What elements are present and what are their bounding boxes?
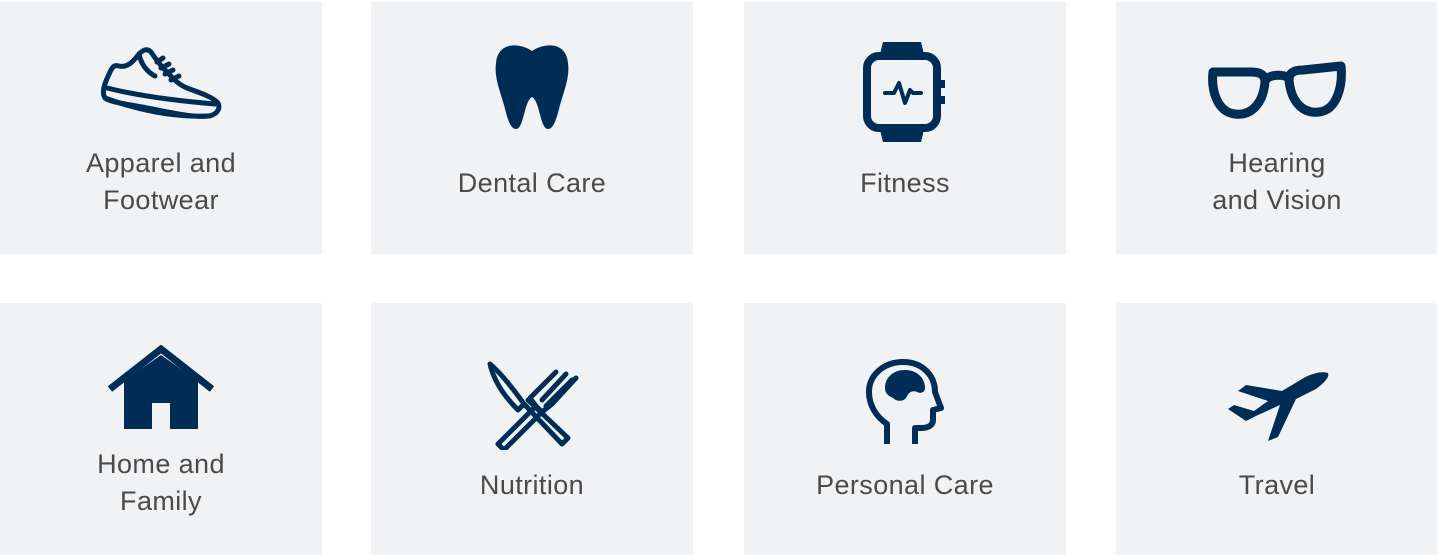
category-label: Fitness [860,168,950,198]
category-tile-apparel-and-footwear[interactable]: Apparel and Footwear [0,2,322,254]
airplane-icon [1116,369,1437,445]
fork-and-knife-icon [371,359,693,451]
tooth-icon [371,40,693,132]
smartwatch-icon [744,40,1066,144]
category-tile-fitness[interactable]: Fitness [744,2,1066,254]
shoe-icon [0,40,322,124]
category-tile-nutrition[interactable]: Nutrition [371,303,693,555]
house-icon [0,343,322,433]
category-label: Dental Care [457,168,607,198]
category-label: Travel [1238,470,1316,500]
head-brain-icon [744,357,1066,449]
category-label: Personal Care [816,470,994,500]
category-tile-dental-care[interactable]: Dental Care [371,2,693,254]
category-label: Apparel and Footwear [85,148,236,215]
category-tile-home-and-family[interactable]: Home and Family [0,303,322,555]
category-tile-travel[interactable]: Travel [1116,303,1437,555]
glasses-icon [1116,60,1437,122]
category-label: Home and Family [97,449,225,516]
category-label: Hearing and Vision [1212,148,1342,215]
category-label: Nutrition [479,470,585,500]
category-tile-hearing-and-vision[interactable]: Hearing and Vision [1116,2,1437,254]
category-tile-personal-care[interactable]: Personal Care [744,303,1066,555]
benefit-categories-grid: Apparel and Footwear Dental Care Fitness… [0,0,1437,555]
